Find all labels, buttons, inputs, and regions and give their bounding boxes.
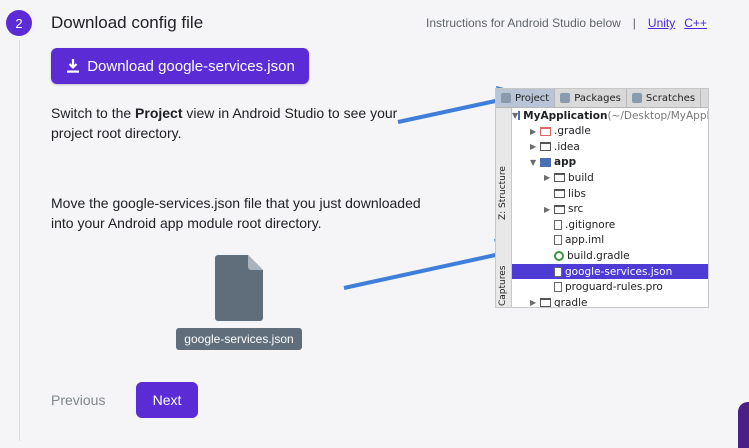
tree-item-gitignore[interactable]: .gitignore	[512, 217, 708, 232]
corner-fab-edge[interactable]	[738, 402, 749, 448]
project-panel-tabs: Project Packages Scratches	[496, 89, 708, 108]
tree-item-label: src	[568, 203, 584, 216]
tree-item-app-iml[interactable]: app.iml	[512, 233, 708, 248]
tab-scratches-label: Scratches	[645, 92, 696, 104]
scratches-tab-icon	[631, 93, 642, 103]
project-tab-icon	[501, 93, 511, 103]
tree-item-label: .idea	[554, 140, 580, 153]
tree-item-app[interactable]: ▼ app	[512, 155, 708, 170]
tool-window-strip: Z: Structure Captures	[496, 108, 512, 307]
tree-item-label: build.gradle	[567, 249, 630, 262]
tree-item-myapplication[interactable]: ▼MyApplication (~/Desktop/MyApplication)	[512, 108, 708, 123]
tree-item-libs[interactable]: libs	[512, 186, 708, 201]
tree-item-build-gradle[interactable]: build.gradle	[512, 248, 708, 263]
file-icon	[554, 235, 562, 246]
gradle-icon	[554, 250, 564, 261]
tree-item-label: proguard-rules.pro	[565, 281, 663, 294]
file-icon	[554, 266, 562, 277]
collapsed-arrow-icon[interactable]: ▶	[544, 173, 554, 182]
tab-project[interactable]: Project	[496, 89, 556, 107]
collapsed-arrow-icon[interactable]: ▶	[530, 142, 540, 151]
folder-blue-icon	[518, 111, 521, 120]
file-icon	[554, 219, 562, 230]
folder-blue-icon	[540, 157, 551, 167]
expanded-arrow-icon[interactable]: ▼	[530, 158, 540, 167]
tab-packages[interactable]: Packages	[555, 89, 627, 107]
tree-item-label: app	[554, 156, 577, 169]
folder-orange-icon	[540, 126, 551, 136]
tree-item-label: app.iml	[565, 234, 605, 247]
tree-item-google-services-json[interactable]: google-services.json	[512, 264, 708, 279]
tree-item-label: google-services.json	[565, 265, 673, 278]
tree-item-gradle[interactable]: ▶ gradle	[512, 295, 708, 308]
android-studio-project-panel: Project Packages Scratches Z: Structure …	[495, 88, 709, 308]
collapsed-arrow-icon[interactable]: ▶	[530, 298, 540, 307]
tab-scratches[interactable]: Scratches	[627, 89, 702, 107]
tree-item-build[interactable]: ▶ build	[512, 170, 708, 185]
tree-item-src[interactable]: ▶ src	[512, 202, 708, 217]
structure-tool-label[interactable]: Z: Structure	[498, 166, 508, 220]
folder-icon	[540, 298, 551, 307]
tree-item-label: .gradle	[554, 125, 591, 138]
folder-icon	[554, 189, 565, 198]
tree-item-label: build	[568, 171, 594, 184]
tree-item-label: MyApplication	[523, 109, 608, 122]
collapsed-arrow-icon[interactable]: ▶	[530, 127, 540, 136]
tree-item-label: gradle	[554, 296, 588, 308]
tree-item-gradle[interactable]: ▶ .gradle	[512, 124, 708, 139]
collapsed-arrow-icon[interactable]: ▶	[544, 205, 554, 214]
packages-tab-icon	[560, 93, 571, 103]
tab-project-label: Project	[515, 92, 550, 104]
next-button[interactable]: Next	[136, 382, 198, 418]
tree-item-label: .gitignore	[565, 218, 616, 231]
captures-tool-label[interactable]: Captures	[498, 266, 508, 306]
previous-button[interactable]: Previous	[51, 392, 105, 408]
tab-packages-label: Packages	[574, 92, 621, 104]
tree-item-idea[interactable]: ▶ .idea	[512, 139, 708, 154]
folder-icon	[554, 173, 565, 183]
folder-icon	[540, 142, 551, 152]
tree-item-path: (~/Desktop/MyApplication)	[607, 109, 708, 122]
tree-item-proguard-rules-pro[interactable]: proguard-rules.pro	[512, 280, 708, 295]
file-icon	[554, 282, 562, 293]
folder-icon	[554, 204, 565, 214]
tree-item-label: libs	[568, 187, 586, 200]
